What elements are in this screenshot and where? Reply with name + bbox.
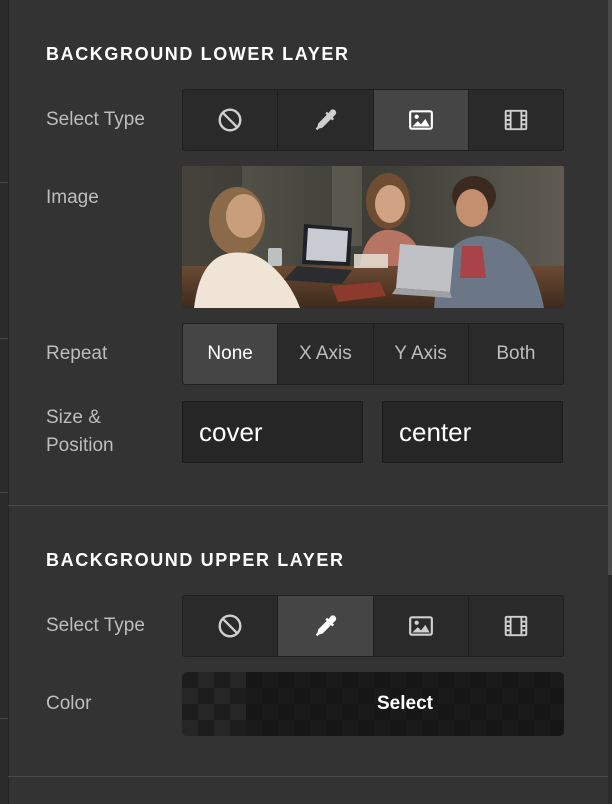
repeat-selector: None X Axis Y Axis Both [182, 323, 564, 385]
repeat-option-both[interactable]: Both [469, 324, 563, 384]
lower-type-selector [182, 89, 564, 151]
upper-type-image-option[interactable] [374, 596, 469, 656]
video-icon [504, 109, 528, 131]
lower-type-color-option[interactable] [278, 90, 374, 150]
lower-type-none-option[interactable] [183, 90, 279, 150]
image-icon [408, 110, 433, 130]
color-label: Color [46, 693, 92, 714]
video-icon [504, 615, 528, 637]
upper-type-video-option[interactable] [469, 596, 563, 656]
upper-type-selector [182, 595, 564, 657]
upper-type-none-option[interactable] [183, 596, 279, 656]
upper-layer-title: BACKGROUND UPPER LAYER [46, 550, 345, 570]
lower-type-video-option[interactable] [469, 90, 563, 150]
size-input[interactable]: cover [182, 401, 363, 463]
repeat-label: Repeat [46, 343, 108, 364]
lower-type-image-option[interactable] [373, 90, 469, 150]
background-image-preview[interactable] [182, 166, 564, 308]
scrollbar[interactable] [608, 0, 612, 804]
rail-divider [0, 338, 8, 339]
image-icon [408, 616, 433, 636]
none-icon [218, 614, 242, 638]
rail-divider [0, 182, 8, 183]
image-label: Image [46, 187, 99, 208]
rail-divider [0, 492, 8, 493]
image-thumbnail [182, 166, 564, 308]
position-input[interactable]: center [382, 401, 563, 463]
size-position-label-line1: Size & [46, 407, 101, 428]
left-rail [0, 0, 9, 804]
repeat-option-x-axis[interactable]: X Axis [278, 324, 374, 384]
section-divider [8, 776, 608, 777]
color-select-button[interactable]: Select [182, 672, 564, 736]
rail-divider [0, 718, 8, 719]
repeat-option-y-axis[interactable]: Y Axis [374, 324, 469, 384]
color-select-label: Select [377, 693, 433, 714]
none-icon [218, 108, 242, 132]
lower-select-type-label: Select Type [46, 109, 145, 130]
eyedropper-icon [315, 615, 337, 637]
upper-type-color-option[interactable] [278, 596, 374, 656]
scrollbar-thumb[interactable] [608, 0, 612, 575]
size-position-label-line2: Position [46, 435, 114, 456]
repeat-option-none[interactable]: None [183, 324, 279, 384]
lower-layer-title: BACKGROUND LOWER LAYER [46, 44, 350, 64]
eyedropper-icon [315, 109, 337, 131]
section-divider [8, 505, 608, 506]
upper-select-type-label: Select Type [46, 615, 145, 636]
